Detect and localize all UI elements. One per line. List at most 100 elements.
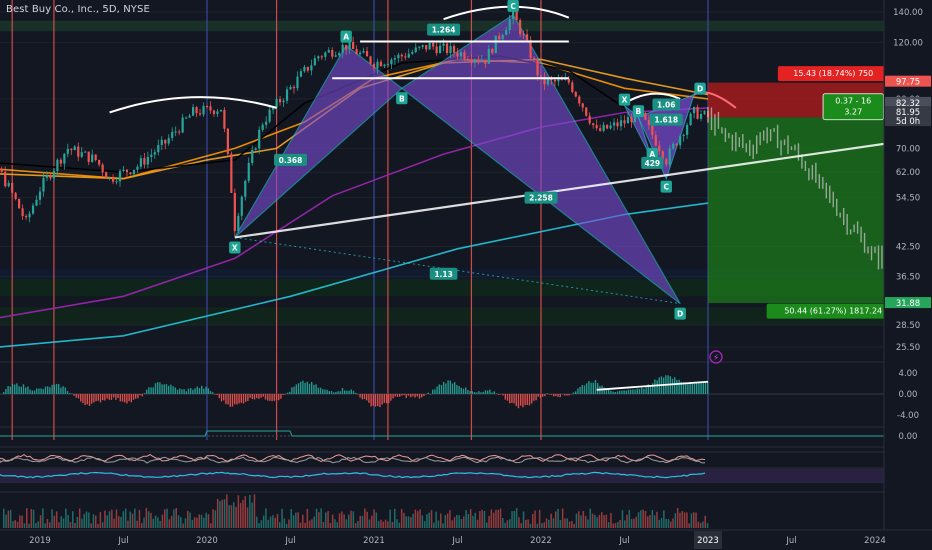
- volume-bar: [318, 512, 320, 528]
- oscillator-bar: [656, 380, 658, 394]
- oscillator-bar: [504, 394, 506, 400]
- volume-bar: [72, 511, 74, 528]
- candle-body: [84, 151, 87, 153]
- candle-body: [668, 148, 671, 165]
- volume-bar: [672, 518, 674, 528]
- oscillator-bar: [638, 388, 641, 394]
- volume-bar: [200, 514, 203, 528]
- oscillator-bar: [117, 394, 119, 399]
- oscillator-bar: [236, 394, 238, 405]
- oscillator-bar: [462, 388, 465, 394]
- oscillator-bar: [511, 394, 513, 403]
- volume-bar: [568, 521, 571, 528]
- volume-bar: [587, 519, 589, 528]
- oscillator-bar: [284, 394, 286, 395]
- candle-body: [574, 91, 577, 97]
- volume-bar: [9, 509, 12, 528]
- volume-bar: [647, 516, 649, 528]
- volume-bar: [444, 515, 447, 528]
- candle-body: [362, 51, 365, 53]
- candle-body: [686, 125, 689, 135]
- candle-body: [383, 64, 386, 67]
- oscillator-bar: [18, 386, 20, 394]
- candle-body: [484, 59, 487, 64]
- oscillator-bar: [515, 394, 517, 407]
- candle-body: [129, 172, 132, 175]
- volume-bar: [325, 512, 327, 528]
- pattern-ratio-label-text: 1.13: [434, 270, 453, 279]
- candle-body: [682, 134, 685, 136]
- volume-bar: [177, 515, 180, 528]
- oscillator-bar: [390, 394, 392, 401]
- oscillator-bar: [451, 383, 454, 394]
- oscillator-bar: [641, 387, 643, 394]
- oscillator-bar: [119, 394, 121, 402]
- volume-bar: [702, 521, 704, 528]
- oscillator-bar: [473, 391, 476, 394]
- candle-body: [153, 152, 156, 155]
- candle-body: [320, 56, 323, 58]
- oscillator-bar: [229, 394, 231, 407]
- oscillator-bar: [192, 389, 194, 394]
- candle-body: [313, 58, 316, 66]
- price-tag-text: 5d 0h: [896, 117, 920, 127]
- volume-bar: [479, 511, 481, 528]
- volume-bar: [658, 519, 660, 528]
- oscillator-bar: [44, 386, 47, 394]
- candle-body: [456, 52, 459, 57]
- oscillator-bar: [300, 381, 302, 394]
- oscillator-bar: [196, 386, 198, 394]
- candle-body: [77, 146, 80, 157]
- volume-bar: [251, 502, 253, 528]
- candle-body: [644, 112, 647, 120]
- candle-body: [560, 79, 563, 81]
- oscillator-bar: [623, 390, 625, 394]
- candle-body: [578, 96, 581, 104]
- volume-bar: [16, 521, 19, 528]
- time-tick-label: Jul: [451, 536, 462, 546]
- oscillator-bar: [412, 394, 414, 397]
- volume-bar: [410, 517, 412, 528]
- oscillator-bar: [227, 394, 229, 405]
- candle-body: [171, 131, 174, 139]
- volume-bar: [467, 514, 470, 528]
- candle-body: [393, 58, 396, 60]
- oscillator-bar: [5, 389, 7, 394]
- chart-canvas[interactable]: XABCD0.3681.2642.2581.13XABCD1.061.61842…: [0, 0, 932, 550]
- volume-bar: [322, 521, 325, 528]
- volume-bar: [12, 521, 14, 528]
- volume-bar: [14, 520, 16, 528]
- volume-bar: [598, 514, 601, 528]
- candle-body: [435, 46, 438, 54]
- oscillator-bar: [11, 383, 14, 394]
- volume-bar: [78, 508, 81, 528]
- oscillator-bar: [161, 384, 163, 394]
- oscillator-bar: [240, 394, 242, 403]
- candle-body: [98, 159, 101, 165]
- volume-bar: [111, 509, 113, 528]
- candle-body: [418, 46, 421, 48]
- volume-bar: [575, 513, 578, 528]
- price-tick-label: 42.50: [896, 243, 920, 253]
- pattern-ratio-label-text: 1.264: [432, 26, 456, 35]
- pattern-point-d-text: D: [677, 310, 683, 319]
- volume-bar: [624, 520, 626, 528]
- oscillator-bar: [258, 394, 260, 399]
- oscillator-bar: [216, 394, 218, 395]
- volume-bar: [630, 518, 633, 528]
- candle-body: [606, 124, 609, 129]
- candle-body: [306, 66, 309, 71]
- volume-bar: [269, 516, 272, 528]
- candle-body: [317, 56, 320, 59]
- oscillator-bar: [335, 391, 337, 394]
- time-tick-label: Jul: [284, 536, 295, 546]
- oscillator-bar: [379, 394, 381, 408]
- pattern-point-x-text: X: [232, 243, 238, 252]
- volume-bar: [504, 522, 506, 528]
- oscillator-bar: [66, 390, 69, 394]
- time-tick-label: 2019: [29, 536, 51, 546]
- oscillator-bar: [467, 389, 469, 394]
- oscillator-bar: [410, 394, 412, 398]
- volume-bar: [101, 522, 104, 528]
- candle-body: [289, 86, 292, 90]
